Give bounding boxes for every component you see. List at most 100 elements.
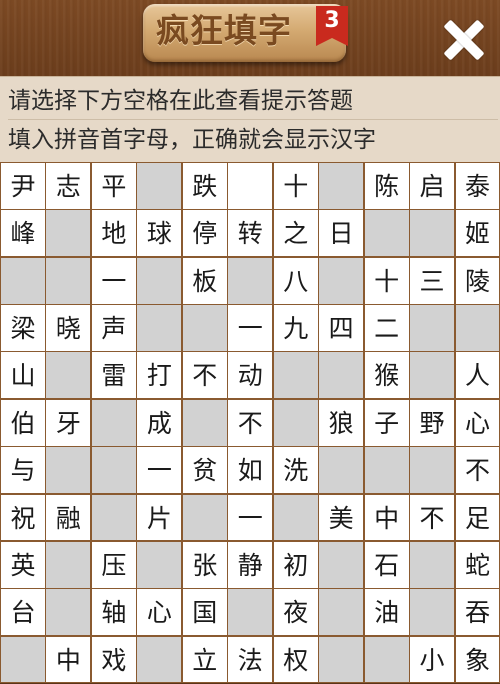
grid-cell[interactable]: 油	[363, 588, 410, 637]
grid-cell-blocked	[45, 540, 92, 589]
grid-cell[interactable]: 象	[454, 635, 500, 684]
grid-cell[interactable]: 狼	[318, 398, 365, 447]
grid-cell[interactable]: 国	[181, 588, 228, 637]
close-button[interactable]	[438, 14, 490, 66]
grid-cell-blocked	[272, 398, 319, 447]
grid-cell[interactable]: 四	[318, 304, 365, 352]
grid-cell[interactable]: 吞	[454, 588, 500, 637]
grid-cell[interactable]: 轴	[90, 588, 137, 637]
grid-cell-blocked	[45, 351, 92, 400]
grid-cell[interactable]: 二	[363, 304, 410, 352]
grid-cell[interactable]: 三	[409, 256, 456, 305]
grid-cell[interactable]: 泰	[454, 162, 500, 210]
grid-cell[interactable]: 志	[45, 162, 92, 210]
grid-cell-blocked	[272, 493, 319, 542]
grid-cell[interactable]: 成	[136, 398, 183, 447]
grid-cell[interactable]: 小	[409, 635, 456, 684]
grid-cell[interactable]: 初	[272, 540, 319, 589]
grid-cell[interactable]: 之	[272, 209, 319, 258]
grid-cell[interactable]: 足	[454, 493, 500, 542]
grid-cell[interactable]: 贫	[181, 446, 228, 495]
grid-cell[interactable]: 夜	[272, 588, 319, 637]
grid-cell[interactable]: 不	[181, 351, 228, 400]
grid-cell[interactable]: 洗	[272, 446, 319, 495]
grid-cell[interactable]: 石	[363, 540, 410, 589]
grid-cell[interactable]: 打	[136, 351, 183, 400]
grid-cell[interactable]: 不	[227, 398, 274, 447]
grid-cell[interactable]: 九	[272, 304, 319, 352]
grid-cell[interactable]: 停	[181, 209, 228, 258]
grid-cell[interactable]: 片	[136, 493, 183, 542]
grid-cell[interactable]: 祝	[0, 493, 46, 542]
grid-cell[interactable]: 动	[227, 351, 274, 400]
grid-cell-blocked	[181, 398, 228, 447]
grid-cell[interactable]: 地	[90, 209, 137, 258]
grid-cell[interactable]: 压	[90, 540, 137, 589]
grid-cell[interactable]: 十	[272, 162, 319, 210]
grid-cell[interactable]: 山	[0, 351, 46, 400]
grid-cell[interactable]: 法	[227, 635, 274, 684]
grid-cell-blocked	[318, 588, 365, 637]
grid-cell[interactable]: 心	[136, 588, 183, 637]
grid-cell[interactable]: 十	[363, 256, 410, 305]
grid-cell-blocked	[363, 635, 410, 684]
grid-cell[interactable]: 如	[227, 446, 274, 495]
grid-cell[interactable]: 转	[227, 209, 274, 258]
grid-cell[interactable]: 中	[363, 493, 410, 542]
grid-cell[interactable]: 牙	[45, 398, 92, 447]
grid-cell-blocked	[409, 209, 456, 258]
grid-cell[interactable]: 伯	[0, 398, 46, 447]
grid-cell[interactable]: 晓	[45, 304, 92, 352]
grid-cell[interactable]: 平	[90, 162, 137, 210]
grid-cell[interactable]: 子	[363, 398, 410, 447]
grid-cell[interactable]: 梁	[0, 304, 46, 352]
grid-cell[interactable]: 立	[181, 635, 228, 684]
grid-cell[interactable]: 一	[227, 493, 274, 542]
grid-cell[interactable]: 一	[136, 446, 183, 495]
grid-cell-blocked	[136, 304, 183, 352]
grid-cell[interactable]: 跌	[181, 162, 228, 210]
grid-cell[interactable]: 板	[181, 256, 228, 305]
grid-cell[interactable]: 中	[45, 635, 92, 684]
grid-cell[interactable]: 人	[454, 351, 500, 400]
grid-cell[interactable]: 张	[181, 540, 228, 589]
grid-cell[interactable]: 戏	[90, 635, 137, 684]
grid-cell[interactable]: 融	[45, 493, 92, 542]
grid-cell[interactable]: 美	[318, 493, 365, 542]
grid-cell-blocked	[409, 351, 456, 400]
grid-cell[interactable]: 日	[318, 209, 365, 258]
grid-cell[interactable]: 八	[272, 256, 319, 305]
crossword-grid: 尹志平跌十陈启泰峰地球停转之日姬一板八十三陵梁晓声一九四二山雷打不动猴人伯牙成不…	[0, 162, 500, 684]
grid-cell[interactable]: 蛇	[454, 540, 500, 589]
hint-text-select: 请选择下方空格在此查看提示答题	[8, 88, 353, 114]
grid-cell[interactable]: 一	[227, 304, 274, 352]
grid-cell[interactable]: 权	[272, 635, 319, 684]
grid-cell[interactable]: 野	[409, 398, 456, 447]
grid-cell-blocked	[90, 446, 137, 495]
grid-cell[interactable]: 启	[409, 162, 456, 210]
grid-cell[interactable]: 雷	[90, 351, 137, 400]
grid-cell-blocked	[318, 162, 365, 210]
grid-cell[interactable]	[227, 162, 274, 210]
grid-cell[interactable]: 声	[90, 304, 137, 352]
grid-cell[interactable]: 姬	[454, 209, 500, 258]
grid-cell[interactable]: 不	[409, 493, 456, 542]
grid-cell[interactable]: 台	[0, 588, 46, 637]
grid-cell[interactable]: 不	[454, 446, 500, 495]
grid-cell[interactable]: 猴	[363, 351, 410, 400]
grid-cell[interactable]: 心	[454, 398, 500, 447]
grid-cell[interactable]: 静	[227, 540, 274, 589]
grid-cell[interactable]: 球	[136, 209, 183, 258]
grid-cell[interactable]: 英	[0, 540, 46, 589]
grid-cell-blocked	[409, 446, 456, 495]
grid-cell[interactable]: 峰	[0, 209, 46, 258]
grid-cell[interactable]: 尹	[0, 162, 46, 210]
grid-cell-blocked	[363, 446, 410, 495]
grid-cell[interactable]: 陈	[363, 162, 410, 210]
hint-panel[interactable]: 请选择下方空格在此查看提示答题 填入拼音首字母，正确就会显示汉字	[0, 76, 500, 164]
grid-cell-blocked	[90, 398, 137, 447]
grid-cell[interactable]: 一	[90, 256, 137, 305]
grid-cell-blocked	[0, 635, 46, 684]
grid-cell[interactable]: 陵	[454, 256, 500, 305]
grid-cell[interactable]: 与	[0, 446, 46, 495]
